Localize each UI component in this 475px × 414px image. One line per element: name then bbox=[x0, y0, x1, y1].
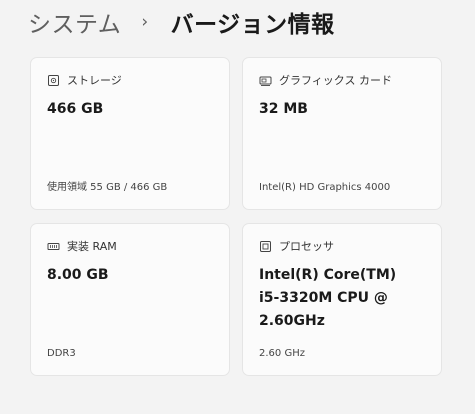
ram-detail: DDR3 bbox=[47, 348, 76, 359]
ram-label: 実装 RAM bbox=[67, 240, 117, 253]
page-title: バージョン情報 bbox=[170, 12, 335, 38]
graphics-card-value: 32 MB bbox=[259, 101, 308, 117]
breadcrumb: システム › バージョン情報 bbox=[28, 4, 335, 40]
storage-label: ストレージ bbox=[67, 74, 122, 87]
graphics-card-label: グラフィックス カード bbox=[279, 74, 392, 87]
graphics-card-card: グラフィックス カード 32 MB Intel(R) HD Graphics 4… bbox=[242, 57, 442, 210]
ram-card: 実装 RAM 8.00 GB DDR3 bbox=[30, 223, 230, 376]
memory-icon bbox=[47, 240, 60, 253]
processor-card: プロセッサ Intel(R) Core(TM) i5-3320M CPU @ 2… bbox=[242, 223, 442, 376]
storage-detail: 使用領域 55 GB / 466 GB bbox=[47, 182, 168, 193]
breadcrumb-parent-system[interactable]: システム bbox=[28, 5, 121, 39]
processor-detail: 2.60 GHz bbox=[259, 348, 305, 359]
ram-value: 8.00 GB bbox=[47, 267, 109, 283]
storage-value: 466 GB bbox=[47, 101, 104, 117]
processor-label: プロセッサ bbox=[279, 240, 334, 253]
processor-icon bbox=[259, 240, 272, 253]
graphics-card-icon bbox=[259, 74, 272, 87]
breadcrumb-separator: › bbox=[141, 12, 149, 32]
processor-value: Intel(R) Core(TM) i5-3320M CPU @ 2.60GHz bbox=[259, 267, 397, 329]
storage-icon bbox=[47, 74, 60, 87]
storage-card: ストレージ 466 GB 使用領域 55 GB / 466 GB bbox=[30, 57, 230, 210]
graphics-card-detail: Intel(R) HD Graphics 4000 bbox=[259, 182, 391, 193]
